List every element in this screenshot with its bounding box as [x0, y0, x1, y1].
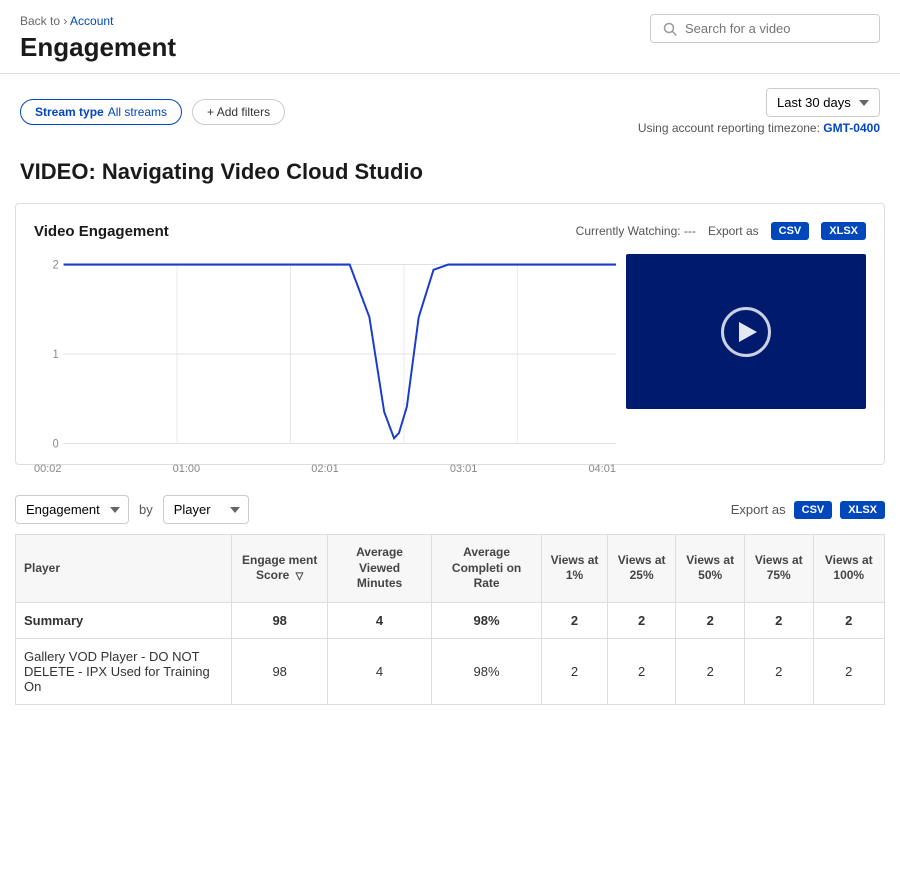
group-select-wrap: Player Device Country — [163, 495, 249, 524]
summary-player: Summary — [16, 602, 232, 638]
chart-title: Video Engagement — [34, 223, 169, 240]
by-label: by — [139, 502, 153, 517]
x-label-0: 00:02 — [34, 463, 62, 475]
summary-views-50: 2 — [676, 602, 745, 638]
page-wrapper: Back to › Account Engagement Stream type… — [0, 0, 900, 880]
chart-xlsx-button[interactable]: XLSX — [821, 222, 866, 240]
play-triangle-icon — [739, 322, 757, 342]
filters-left: Stream type All streams + Add filters — [20, 99, 285, 125]
page-title: Engagement — [20, 32, 176, 63]
summary-views-75: 2 — [744, 602, 813, 638]
col-engagement-score: Engage ment Score ▽ — [232, 535, 328, 603]
row-engagement: 98 — [232, 638, 328, 704]
col-views-25: Views at 25% — [607, 535, 676, 603]
chart-svg: 2 1 0 — [34, 254, 616, 454]
svg-text:1: 1 — [53, 349, 59, 361]
svg-text:2: 2 — [53, 259, 59, 271]
stream-type-value: All streams — [108, 105, 167, 119]
summary-views-1: 2 — [542, 602, 608, 638]
col-views-100: Views at 100% — [813, 535, 885, 603]
svg-text:0: 0 — [53, 438, 59, 450]
row-views-100: 2 — [813, 638, 885, 704]
x-label-4: 04:01 — [588, 463, 616, 475]
summary-avg-viewed: 4 — [328, 602, 432, 638]
row-avg-completion: 98% — [431, 638, 541, 704]
filters-row: Stream type All streams + Add filters La… — [0, 74, 900, 149]
table-controls: Engagement Views by Player Device Countr… — [15, 485, 885, 534]
search-bar[interactable] — [650, 14, 880, 43]
sort-icon: ▽ — [296, 570, 304, 583]
col-avg-viewed: Average Viewed Minutes — [328, 535, 432, 603]
play-button[interactable] — [721, 307, 771, 357]
back-to-label: Back to — [20, 14, 60, 28]
chart-x-labels: 00:02 01:00 02:01 03:01 04:01 — [34, 459, 616, 475]
data-table: Player Engage ment Score ▽ Average Viewe… — [15, 534, 885, 705]
stream-type-label: Stream type — [35, 105, 104, 119]
summary-views-25: 2 — [607, 602, 676, 638]
x-label-2: 02:01 — [311, 463, 339, 475]
table-summary-row: Summary 98 4 98% 2 2 2 2 2 — [16, 602, 885, 638]
row-player: Gallery VOD Player - DO NOT DELETE - IPX… — [16, 638, 232, 704]
x-label-1: 01:00 — [173, 463, 201, 475]
row-avg-viewed: 4 — [328, 638, 432, 704]
add-filter-label: + Add filters — [207, 105, 270, 119]
row-views-75: 2 — [744, 638, 813, 704]
row-views-1: 2 — [542, 638, 608, 704]
summary-avg-completion: 98% — [431, 602, 541, 638]
chart-area: 2 1 0 00:02 01:00 02:01 03:01 04:01 — [34, 254, 616, 454]
date-range-select[interactable]: Last 30 days Last 7 days Last 90 days Cu… — [766, 88, 880, 117]
breadcrumb-separator: › — [63, 14, 67, 28]
timezone-prefix: Using account reporting timezone: — [638, 121, 820, 135]
group-select[interactable]: Player Device Country — [163, 495, 249, 524]
currently-watching-label: Currently Watching: --- — [576, 224, 696, 238]
search-input[interactable] — [685, 21, 867, 36]
search-icon — [663, 22, 677, 36]
table-controls-right: Export as CSV XLSX — [731, 501, 885, 519]
col-player: Player — [16, 535, 232, 603]
breadcrumb-account-link[interactable]: Account — [70, 14, 113, 28]
table-header-row: Player Engage ment Score ▽ Average Viewe… — [16, 535, 885, 603]
table-xlsx-button[interactable]: XLSX — [840, 501, 885, 519]
col-views-1: Views at 1% — [542, 535, 608, 603]
summary-views-100: 2 — [813, 602, 885, 638]
dimension-select[interactable]: Engagement Views — [15, 495, 129, 524]
col-views-75: Views at 75% — [744, 535, 813, 603]
table-export-label: Export as — [731, 502, 786, 517]
chart-controls: Currently Watching: --- Export as CSV XL… — [576, 222, 866, 240]
chart-header: Video Engagement Currently Watching: ---… — [34, 222, 866, 240]
export-label: Export as — [708, 224, 759, 238]
timezone-text: Using account reporting timezone: GMT-04… — [638, 121, 880, 135]
col-avg-completion: Average Completi on Rate — [431, 535, 541, 603]
table-controls-left: Engagement Views by Player Device Countr… — [15, 495, 249, 524]
chart-csv-button[interactable]: CSV — [771, 222, 810, 240]
summary-engagement: 98 — [232, 602, 328, 638]
table-csv-button[interactable]: CSV — [794, 501, 833, 519]
video-title: VIDEO: Navigating Video Cloud Studio — [20, 159, 880, 185]
stream-type-filter[interactable]: Stream type All streams — [20, 99, 182, 125]
header-left: Back to › Account Engagement — [20, 14, 176, 63]
chart-section: Video Engagement Currently Watching: ---… — [15, 203, 885, 465]
dimension-select-wrap: Engagement Views — [15, 495, 129, 524]
video-title-row: VIDEO: Navigating Video Cloud Studio — [0, 149, 900, 203]
breadcrumb: Back to › Account — [20, 14, 176, 28]
filters-right: Last 30 days Last 7 days Last 90 days Cu… — [638, 88, 880, 135]
row-views-50: 2 — [676, 638, 745, 704]
timezone-link[interactable]: GMT-0400 — [823, 121, 880, 135]
col-views-50: Views at 50% — [676, 535, 745, 603]
table-row: Gallery VOD Player - DO NOT DELETE - IPX… — [16, 638, 885, 704]
add-filter-button[interactable]: + Add filters — [192, 99, 285, 125]
date-select-wrap: Last 30 days Last 7 days Last 90 days Cu… — [766, 88, 880, 117]
header: Back to › Account Engagement — [0, 0, 900, 74]
table-section: Engagement Views by Player Device Countr… — [15, 485, 885, 705]
chart-body: 2 1 0 00:02 01:00 02:01 03:01 04:01 — [34, 254, 866, 454]
x-label-3: 03:01 — [450, 463, 478, 475]
video-thumbnail[interactable] — [626, 254, 866, 409]
row-views-25: 2 — [607, 638, 676, 704]
